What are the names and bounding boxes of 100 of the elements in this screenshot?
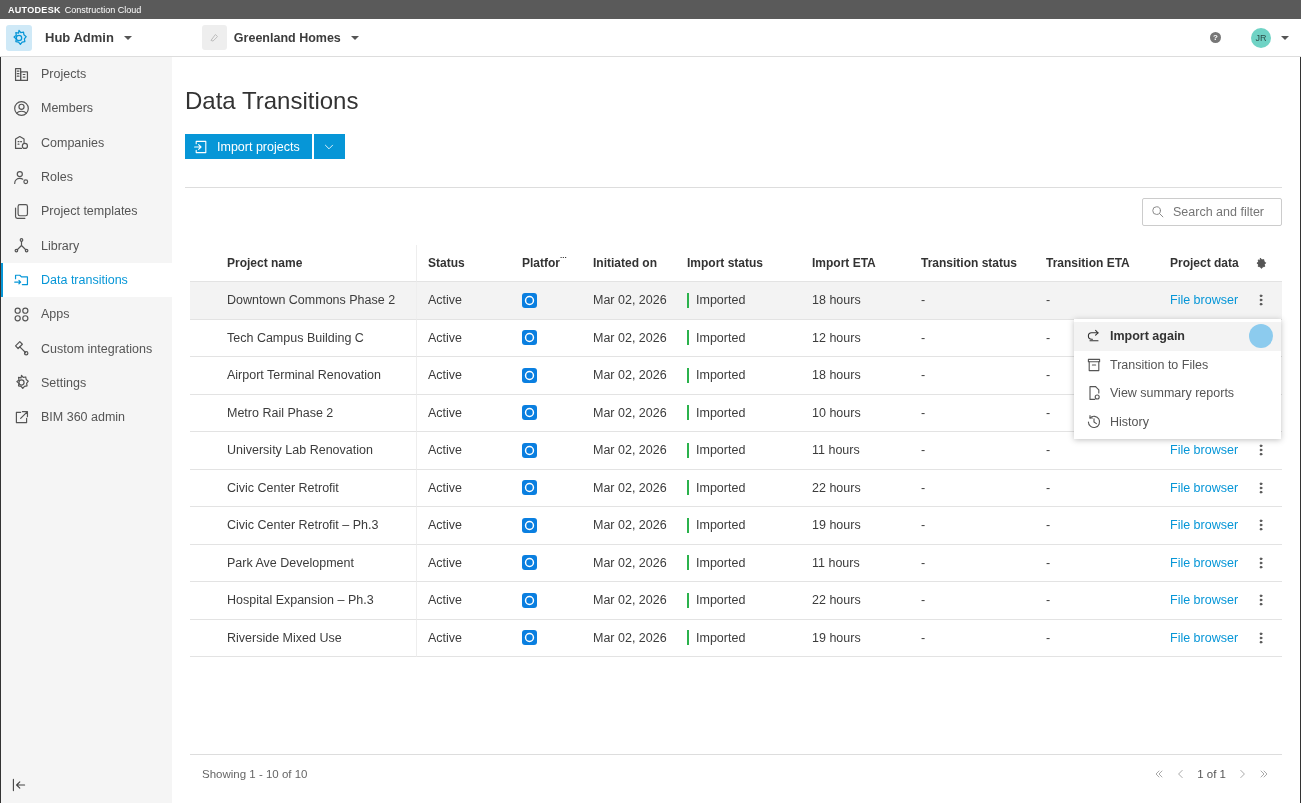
column-header[interactable]: Platfor	[522, 256, 560, 270]
overflow-mark: ...	[560, 251, 567, 260]
grid-icon	[13, 305, 30, 323]
hub-selector[interactable]: Hub Admin	[45, 30, 114, 45]
sidebar-item[interactable]: Projects	[1, 57, 172, 92]
table-cell: Mar 02, 2026	[593, 368, 667, 383]
table-cell: Active	[428, 443, 463, 458]
column-header[interactable]: Status	[428, 256, 465, 270]
menu-item[interactable]: View summary reports	[1074, 379, 1281, 408]
table-cell: Imported	[696, 330, 746, 345]
user-avatar[interactable]: JR	[1251, 27, 1271, 48]
table-cell: Active	[428, 405, 463, 420]
column-header[interactable]: Transition status	[921, 256, 1018, 270]
table-cell: -	[921, 368, 926, 383]
table-row[interactable]: Civic Center Retrofit – Ph.3 Active Mar 02, 2026 Imported 19 hours - - File browser	[190, 507, 1282, 545]
table-cell: Hospital Expansion – Ph.3	[227, 593, 374, 608]
table-cell: Civic Center Retrofit	[227, 480, 339, 495]
table-cell: Active	[428, 368, 463, 383]
table-cell: Imported	[696, 293, 746, 308]
table-cell: Mar 02, 2026	[593, 405, 667, 420]
platform-icon	[522, 480, 537, 496]
table-cell: Mar 02, 2026	[593, 480, 667, 495]
table-cell: -	[921, 555, 926, 570]
menu-item[interactable]: Import again	[1074, 322, 1281, 351]
account-selector[interactable]: Greenland Homes	[233, 30, 341, 45]
table-cell: Imported	[696, 480, 746, 495]
column-header[interactable]: Import ETA	[812, 256, 876, 270]
archive-icon	[1086, 356, 1102, 373]
table-cell: Airport Terminal Renovation	[227, 368, 381, 383]
table-cell: Mar 02, 2026	[593, 593, 667, 608]
table-cell: -	[1046, 480, 1051, 495]
caret-icon[interactable]	[1281, 35, 1289, 40]
column-header[interactable]: Initiated on	[593, 256, 657, 270]
table-cell: -	[1046, 405, 1051, 420]
table-cell: Mar 02, 2026	[593, 555, 667, 570]
table-cell: -	[1046, 630, 1051, 645]
sidebar-item[interactable]: Members	[1, 91, 172, 126]
table-cell: Park Ave Development	[227, 555, 354, 570]
external-link-icon	[13, 408, 30, 426]
dropdown-button[interactable]	[313, 134, 345, 159]
page-indicator: 1 of 1	[1197, 768, 1226, 780]
column-header[interactable]: Transition ETA	[1046, 256, 1130, 270]
brand-logo: AUTODESK	[8, 4, 61, 15]
table-cell: Imported	[696, 555, 746, 570]
nodes-icon	[13, 237, 30, 255]
platform-icon	[522, 405, 537, 421]
caret-icon[interactable]	[123, 35, 132, 40]
table-cell: University Lab Renovation	[227, 443, 373, 458]
table-cell: -	[921, 593, 926, 608]
cursor-icon	[1249, 324, 1273, 348]
table-cell: Imported	[696, 593, 746, 608]
table-row[interactable]: Hospital Expansion – Ph.3 Active Mar 02, 2026 Imported 22 hours - - File browser	[190, 582, 1282, 620]
platform-icon	[522, 292, 537, 308]
table-cell: 22 hours	[812, 480, 861, 495]
page-title: Data Transitions	[185, 87, 360, 115]
table-row[interactable]: Park Ave Development Active Mar 02, 2026 Imported 11 hours - - File browser	[190, 544, 1282, 582]
table-cell: Imported	[696, 405, 746, 420]
table-cell: Active	[428, 630, 463, 645]
table-row[interactable]: Riverside Mixed Use Active Mar 02, 2026 Imported 19 hours - - File browser	[190, 619, 1282, 657]
search-field[interactable]: Search and filter	[1142, 198, 1282, 226]
table-cell: Imported	[696, 630, 746, 645]
table-cell: -	[1046, 443, 1051, 458]
building-gear-icon	[13, 134, 30, 152]
table-cell: -	[1046, 293, 1051, 308]
table-cell: 18 hours	[812, 368, 861, 383]
table-cell: Mar 02, 2026	[593, 293, 667, 308]
table-cell: 10 hours	[812, 405, 861, 420]
table-cell: Active	[428, 593, 463, 608]
sidebar-item[interactable]: Apps	[1, 297, 172, 332]
table-cell: -	[1046, 368, 1051, 383]
table-cell: Metro Rail Phase 2	[227, 405, 334, 420]
sidebar-item[interactable]: Project templates	[1, 194, 172, 229]
table-row[interactable]: Civic Center Retrofit Active Mar 02, 2026 Imported 22 hours - - File browser	[190, 469, 1282, 507]
table-row[interactable]: Downtown Commons Phase 2 Active Mar 02, 2026 Imported 18 hours - - File browser	[190, 282, 1282, 320]
sidebar-item[interactable]: Companies	[1, 125, 172, 160]
building-icon	[13, 65, 30, 83]
column-header[interactable]: Project name	[227, 256, 303, 270]
platform-icon	[522, 330, 537, 346]
table-cell: Mar 02, 2026	[593, 630, 667, 645]
platform-icon	[522, 630, 537, 646]
column-header[interactable]: Project data	[1170, 256, 1239, 270]
table-cell: -	[921, 293, 926, 308]
table-cell: Active	[428, 518, 463, 533]
table-cell: Active	[428, 293, 463, 308]
table-cell: Riverside Mixed Use	[227, 630, 342, 645]
sidebar-item[interactable]: Custom integrations	[1, 331, 172, 366]
sidebar-item[interactable]: Roles	[1, 159, 172, 195]
column-header[interactable]: Import status	[687, 256, 763, 270]
table-cell: -	[921, 330, 926, 345]
table-cell: Imported	[696, 368, 746, 383]
table-cell: Tech Campus Building C	[227, 330, 364, 345]
caret-icon[interactable]	[350, 35, 359, 40]
collapse-icon	[11, 777, 27, 793]
table-cell: 22 hours	[812, 593, 861, 608]
sidebar-item[interactable]: Library	[1, 228, 172, 263]
search-input[interactable]: Search and filter	[1171, 204, 1275, 220]
help-icon[interactable]: ?	[1210, 32, 1221, 43]
sidebar-item[interactable]: Settings	[1, 365, 172, 400]
table-cell: 11 hours	[812, 443, 860, 458]
sidebar-item[interactable]: BIM 360 admin	[1, 399, 172, 435]
